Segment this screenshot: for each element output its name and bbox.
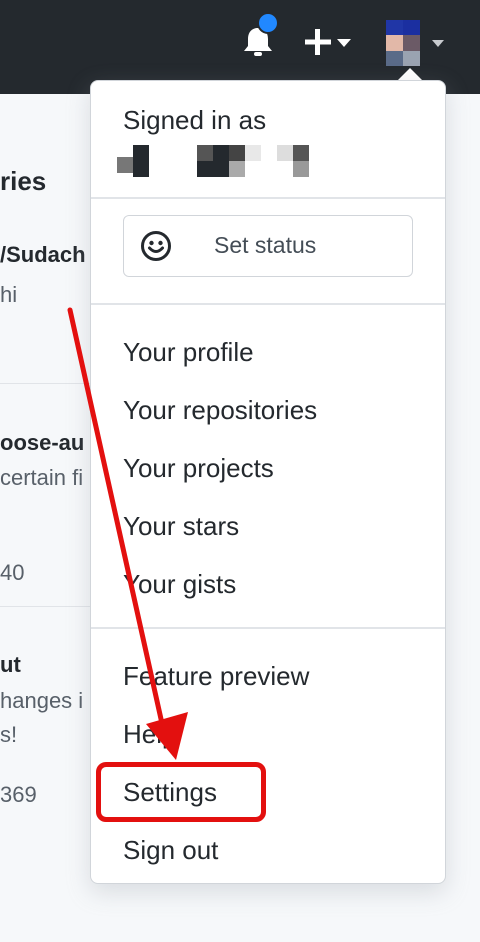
repo-description: certain fi (0, 465, 84, 490)
menu-item-your-repositories[interactable]: Your repositories (123, 395, 317, 426)
avatar-tile (403, 50, 420, 66)
divider (91, 627, 445, 629)
smiley-icon (141, 231, 171, 261)
menu-item-your-projects[interactable]: Your projects (123, 453, 274, 484)
avatar-tile (386, 35, 403, 51)
menu-item-sign-out[interactable]: Sign out (123, 835, 218, 866)
menu-item-your-stars[interactable]: Your stars (123, 511, 239, 542)
menu-item-your-profile[interactable]: Your profile (123, 337, 254, 368)
repo-meta: 369 (0, 782, 37, 807)
repo-title[interactable]: /Sudach (0, 242, 86, 268)
set-status-button[interactable]: Set status (123, 215, 413, 277)
divider (0, 383, 90, 384)
menu-item-feature-preview[interactable]: Feature preview (123, 661, 309, 692)
menu-item-help[interactable]: Help (123, 719, 176, 750)
repo-title[interactable]: oose-au (0, 430, 84, 456)
avatar-tile (386, 20, 403, 36)
create-new-button[interactable] (303, 26, 353, 58)
avatar (386, 20, 420, 66)
username-redacted (117, 145, 317, 177)
avatar-tile (403, 20, 420, 36)
repo-description: s! (0, 722, 18, 747)
repo-description: hi (0, 282, 18, 307)
repo-title[interactable]: ut (0, 652, 21, 678)
avatar-tile (403, 35, 420, 51)
caret-down-icon (432, 40, 444, 47)
section-title: ries (0, 166, 47, 196)
notification-indicator (257, 12, 279, 34)
user-menu-button[interactable] (386, 20, 448, 68)
repo-meta: 40 (0, 560, 25, 585)
menu-item-your-gists[interactable]: Your gists (123, 569, 236, 600)
signed-in-label: Signed in as (123, 105, 267, 135)
avatar-tile (386, 50, 403, 66)
divider (91, 303, 445, 305)
divider (0, 606, 90, 607)
caret-down-icon (337, 39, 351, 47)
repo-description: hanges i (0, 688, 84, 713)
divider (91, 197, 445, 199)
settings-highlight-box (96, 762, 266, 822)
set-status-label: Set status (214, 232, 317, 258)
plus-icon (305, 29, 331, 55)
